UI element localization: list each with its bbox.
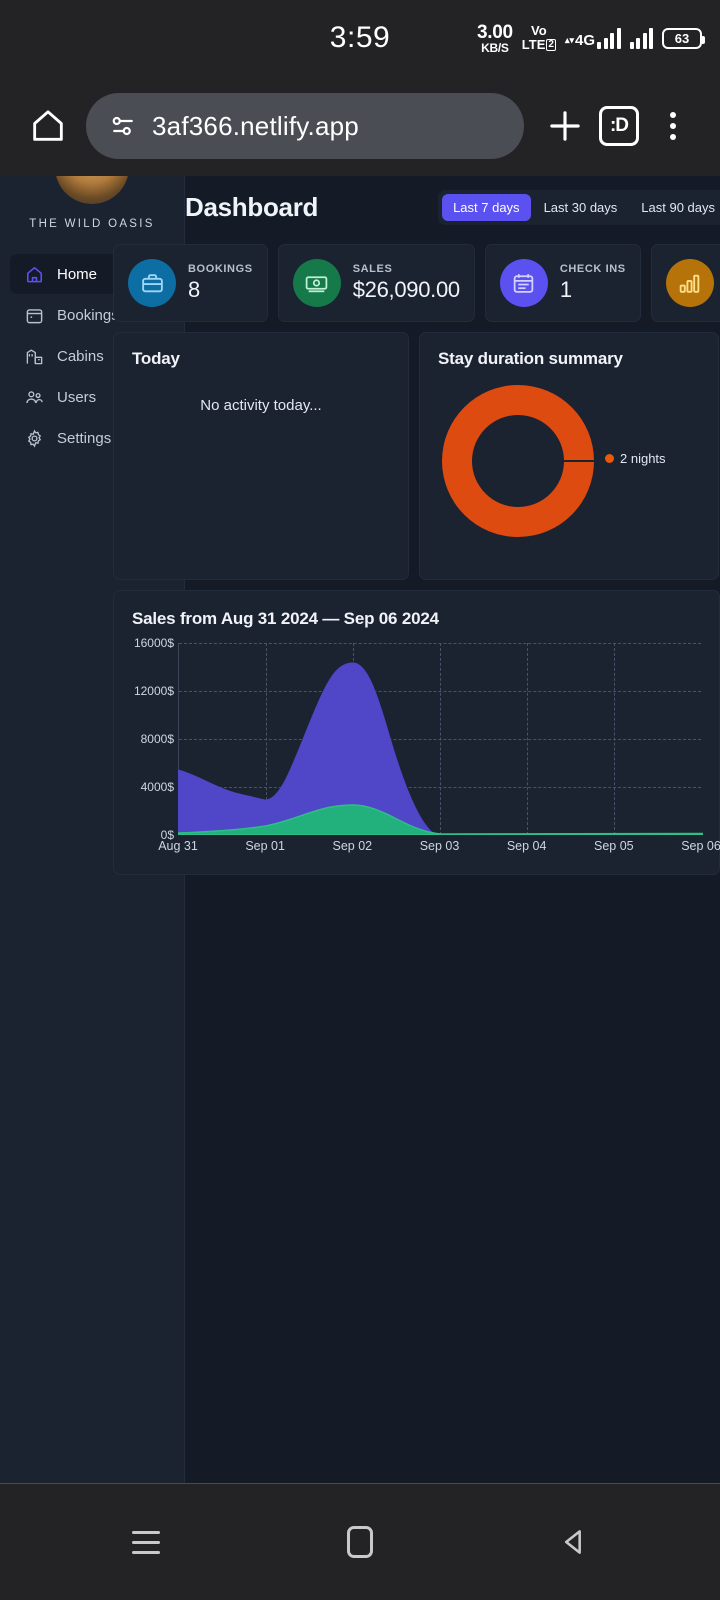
- main-content: Dashboard Last 7 days Last 30 days Last …: [113, 176, 720, 1483]
- page-info-icon: [112, 116, 133, 136]
- page-title: Dashboard: [185, 191, 319, 222]
- volte-icon: Vo LTE 2: [522, 24, 556, 51]
- data-arrows-icon: ▴▾: [564, 34, 574, 45]
- browser-toolbar: 3af366.netlify.app :D: [0, 76, 720, 176]
- home-button[interactable]: [332, 1514, 388, 1570]
- recents-button[interactable]: [118, 1514, 174, 1570]
- filter-last-90-days[interactable]: Last 90 days: [630, 194, 720, 221]
- briefcase-icon: [128, 259, 176, 307]
- sidebar-item-label: Home: [57, 265, 98, 283]
- sales-chart-card: Sales from Aug 31 2024 — Sep 06 2024 0$ …: [113, 590, 720, 875]
- panel-title: Stay duration summary: [438, 349, 623, 368]
- home-square-icon: [347, 1526, 373, 1558]
- x-tick-label: Sep 05: [594, 839, 634, 853]
- volte-bottom-label: LTE: [521, 37, 546, 52]
- phone-status-bar: 3:59 3.00 KB/S Vo LTE 2 ▴▾ 4G 63: [0, 0, 720, 76]
- legend-label: 2 nights: [620, 451, 666, 466]
- web-page-viewport: THE WILD OASIS Home Bookings Cabins User…: [0, 176, 720, 1483]
- signal-bars-sim2-icon: [629, 27, 653, 49]
- legend-swatch-icon: [605, 454, 614, 463]
- gear-icon: [24, 428, 44, 448]
- stat-label: SALES: [352, 262, 393, 275]
- filter-last-30-days[interactable]: Last 30 days: [533, 194, 629, 221]
- home-icon[interactable]: [20, 98, 76, 154]
- users-icon: [24, 387, 44, 407]
- home-icon: [24, 264, 44, 284]
- sidebar-item-label: Users: [57, 388, 97, 406]
- new-tab-button[interactable]: [538, 99, 592, 153]
- status-indicators: 3.00 KB/S Vo LTE 2 ▴▾ 4G 63: [477, 0, 705, 76]
- donut-legend-item[interactable]: 2 nights: [605, 451, 666, 466]
- panels-row: Today No activity today... Stay duration…: [113, 332, 720, 580]
- network-speed-value: 3.00: [477, 21, 513, 43]
- address-bar-url: 3af366.netlify.app: [152, 110, 359, 141]
- network-speed-indicator: 3.00 KB/S: [477, 23, 513, 54]
- tab-count-label: :D: [599, 106, 639, 146]
- signal-bars-sim1-icon: [597, 27, 621, 49]
- volte-top-label: Vo: [531, 23, 547, 39]
- money-icon: [292, 259, 341, 307]
- chart-title: Sales from Aug 31 2024 — Sep 06 2024: [132, 609, 439, 628]
- sidebar-item-label: Cabins: [57, 347, 104, 365]
- mobile-data-indicator: ▴▾ 4G: [565, 27, 621, 49]
- overflow-menu-icon[interactable]: [646, 99, 700, 153]
- sidebar-item-label: Bookings: [57, 306, 119, 324]
- x-tick-label: Sep 02: [332, 839, 373, 853]
- stat-card-occupancy-rate: OCCUPANCY RATE 41%: [650, 244, 720, 322]
- stat-value: 8: [188, 277, 200, 303]
- stat-label: CHECK INS: [559, 262, 626, 275]
- x-tick-label: Sep 01: [245, 839, 285, 853]
- menu-lines-icon: [132, 1530, 160, 1554]
- y-tick-label: 12000$: [133, 684, 174, 698]
- back-button[interactable]: [546, 1514, 602, 1570]
- address-bar[interactable]: 3af366.netlify.app: [86, 93, 524, 159]
- y-tick-label: 16000$: [133, 636, 174, 650]
- y-axis-labels: 0$ 4000$ 8000$ 12000$ 16000$: [132, 636, 178, 842]
- x-tick-label: Sep 04: [506, 839, 547, 853]
- date-range-filter: Last 7 days Last 30 days Last 90 days: [438, 189, 720, 225]
- stay-duration-panel: Stay duration summary 2 nights: [419, 332, 719, 580]
- x-tick-label: Aug 31: [158, 839, 198, 853]
- cabin-icon: [24, 346, 44, 366]
- bar-chart-icon: [665, 259, 714, 307]
- network-type-label: 4G: [574, 32, 595, 49]
- tab-switcher-button[interactable]: :D: [592, 99, 646, 153]
- series-total-sales-area: [178, 662, 703, 835]
- donut-slice-2-nights[interactable]: [442, 385, 594, 537]
- stat-cards-row: BOOKINGS 8 SALES $26,090.00 CHECK INS 1: [113, 244, 720, 322]
- x-tick-label: Sep 03: [419, 839, 460, 853]
- panel-title: Today: [132, 349, 180, 368]
- calendar-icon: [24, 305, 44, 325]
- sales-area-chart: 0$ 4000$ 8000$ 12000$ 16000$ Aug 31 Sep …: [132, 636, 720, 859]
- y-tick-label: 4000$: [140, 780, 174, 794]
- sim-index-label: 2: [546, 38, 556, 52]
- chart-area-series: [178, 662, 703, 835]
- stat-card-check-ins: CHECK INS 1: [484, 244, 641, 322]
- x-tick-label: Sep 06: [681, 839, 720, 853]
- donut-chart: [442, 385, 594, 537]
- stat-card-bookings: BOOKINGS 8: [113, 244, 268, 322]
- today-empty-message: No activity today...: [200, 397, 322, 414]
- x-axis-labels: Aug 31 Sep 01 Sep 02 Sep 03 Sep 04 Sep 0…: [158, 839, 720, 859]
- android-navigation-bar: [0, 1483, 720, 1600]
- y-tick-label: 8000$: [140, 732, 174, 746]
- filter-last-7-days[interactable]: Last 7 days: [442, 193, 531, 221]
- page-header: Dashboard Last 7 days Last 30 days Last …: [113, 176, 720, 238]
- battery-indicator: 63: [662, 27, 705, 49]
- stat-value: 1: [559, 277, 572, 303]
- calendar-icon: [499, 259, 548, 307]
- stat-value: $26,090.00: [352, 277, 460, 303]
- back-triangle-icon: [564, 1530, 581, 1554]
- network-speed-unit: KB/S: [481, 40, 509, 55]
- sidebar-item-label: Settings: [57, 429, 112, 447]
- stat-card-sales: SALES $26,090.00: [277, 244, 475, 322]
- today-activity-panel: Today No activity today...: [113, 332, 409, 580]
- stat-label: BOOKINGS: [188, 262, 253, 275]
